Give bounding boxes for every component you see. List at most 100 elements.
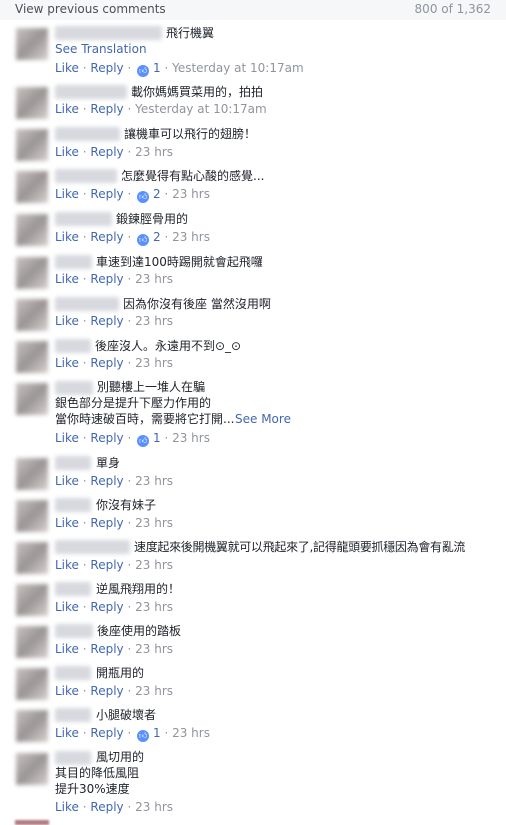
like-link[interactable]: Like <box>55 314 79 328</box>
commenter-name[interactable] <box>55 297 119 311</box>
timestamp[interactable]: 23 hrs <box>172 230 210 244</box>
commenter-name[interactable] <box>55 26 162 40</box>
separator: · <box>164 187 169 201</box>
like-link[interactable]: Like <box>55 684 79 698</box>
separator: · <box>82 356 87 370</box>
comment-actions: Like · Reply · 23 hrs <box>55 558 173 572</box>
comment-text: 載你媽媽買菜用的，拍拍 <box>131 85 264 99</box>
avatar[interactable] <box>16 458 48 490</box>
reply-link[interactable]: Reply <box>90 102 123 116</box>
avatar[interactable] <box>16 257 48 289</box>
commenter-name[interactable] <box>55 339 91 353</box>
timestamp[interactable]: 23 hrs <box>135 642 173 656</box>
reply-link[interactable]: Reply <box>90 558 123 572</box>
timestamp[interactable]: 23 hrs <box>135 516 173 530</box>
like-link[interactable]: Like <box>55 356 79 370</box>
commenter-name[interactable] <box>55 255 92 269</box>
reply-link[interactable]: Reply <box>90 726 123 740</box>
avatar[interactable] <box>16 28 48 60</box>
avatar[interactable] <box>16 171 48 203</box>
see-translation-link[interactable]: See Translation <box>55 41 147 57</box>
commenter-name[interactable] <box>55 381 93 395</box>
reply-link[interactable]: Reply <box>90 187 123 201</box>
like-link[interactable]: Like <box>55 726 79 740</box>
reaction-count[interactable]: 2 <box>153 230 161 244</box>
like-link[interactable]: Like <box>55 187 79 201</box>
reaction-count[interactable]: 1 <box>153 61 161 75</box>
reply-link[interactable]: Reply <box>90 800 123 814</box>
reply-link[interactable]: Reply <box>90 642 123 656</box>
like-link[interactable]: Like <box>55 642 79 656</box>
reply-link[interactable]: Reply <box>90 600 123 614</box>
commenter-name[interactable] <box>55 624 93 638</box>
commenter-name[interactable] <box>55 540 130 554</box>
reply-link[interactable]: Reply <box>90 356 123 370</box>
timestamp[interactable]: Yesterday at 10:17am <box>135 102 267 116</box>
avatar[interactable] <box>16 214 48 246</box>
avatar[interactable] <box>16 299 48 331</box>
commenter-name[interactable] <box>55 169 117 183</box>
timestamp[interactable]: 23 hrs <box>135 474 173 488</box>
timestamp[interactable]: 23 hrs <box>135 600 173 614</box>
view-previous-comments-link[interactable]: View previous comments <box>15 2 166 16</box>
timestamp[interactable]: 23 hrs <box>135 145 173 159</box>
reaction-count[interactable]: 1 <box>153 431 161 445</box>
like-link[interactable]: Like <box>55 230 79 244</box>
avatar[interactable] <box>16 87 48 119</box>
timestamp[interactable]: 23 hrs <box>135 356 173 370</box>
avatar[interactable] <box>16 668 48 700</box>
avatar[interactable] <box>15 820 49 825</box>
like-link[interactable]: Like <box>55 102 79 116</box>
reply-link[interactable]: Reply <box>90 474 123 488</box>
like-link[interactable]: Like <box>55 800 79 814</box>
reply-link[interactable]: Reply <box>90 516 123 530</box>
avatar[interactable] <box>16 710 48 742</box>
timestamp[interactable]: 23 hrs <box>172 726 210 740</box>
avatar[interactable] <box>16 753 48 785</box>
reaction-count[interactable]: 1 <box>153 726 161 740</box>
avatar[interactable] <box>16 129 48 161</box>
like-link[interactable]: Like <box>55 431 79 445</box>
comment-text: 怎麼覺得有點心酸的感覺... <box>121 169 265 183</box>
like-link[interactable]: Like <box>55 272 79 286</box>
comment-actions: Like · Reply · 23 hrs <box>55 356 173 370</box>
commenter-name[interactable] <box>55 212 112 226</box>
avatar[interactable] <box>16 341 48 373</box>
like-link[interactable]: Like <box>55 558 79 572</box>
commenter-name[interactable] <box>55 751 91 765</box>
commenter-name[interactable] <box>55 498 91 512</box>
avatar[interactable] <box>16 626 48 658</box>
avatar[interactable] <box>16 383 48 415</box>
reply-link[interactable]: Reply <box>90 272 123 286</box>
reply-link[interactable]: Reply <box>90 431 123 445</box>
reply-link[interactable]: Reply <box>90 314 123 328</box>
avatar[interactable] <box>16 584 48 616</box>
like-link[interactable]: Like <box>55 61 79 75</box>
like-link[interactable]: Like <box>55 516 79 530</box>
timestamp[interactable]: 23 hrs <box>135 800 173 814</box>
like-link[interactable]: Like <box>55 474 79 488</box>
commenter-name[interactable] <box>55 666 91 680</box>
timestamp[interactable]: 23 hrs <box>172 431 210 445</box>
commenter-name[interactable] <box>55 708 91 722</box>
timestamp[interactable]: 23 hrs <box>135 558 173 572</box>
see-more-link[interactable]: See More <box>235 411 291 427</box>
reaction-count[interactable]: 2 <box>153 187 161 201</box>
like-link[interactable]: Like <box>55 145 79 159</box>
like-link[interactable]: Like <box>55 600 79 614</box>
reply-link[interactable]: Reply <box>90 61 123 75</box>
commenter-name[interactable] <box>55 456 91 470</box>
commenter-name[interactable] <box>55 127 120 141</box>
timestamp[interactable]: 23 hrs <box>172 187 210 201</box>
commenter-name[interactable] <box>55 85 127 99</box>
avatar[interactable] <box>16 542 48 574</box>
timestamp[interactable]: Yesterday at 10:17am <box>172 61 304 75</box>
reply-link[interactable]: Reply <box>90 230 123 244</box>
reply-link[interactable]: Reply <box>90 145 123 159</box>
reply-link[interactable]: Reply <box>90 684 123 698</box>
timestamp[interactable]: 23 hrs <box>135 684 173 698</box>
timestamp[interactable]: 23 hrs <box>135 314 173 328</box>
avatar[interactable] <box>16 500 48 532</box>
commenter-name[interactable] <box>55 582 91 596</box>
timestamp[interactable]: 23 hrs <box>135 272 173 286</box>
